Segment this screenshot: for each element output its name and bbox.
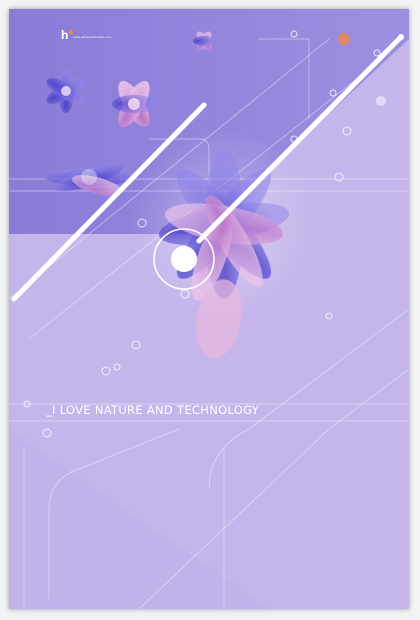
brand-dot-icon: [69, 30, 73, 34]
poster-tagline: _I LOVE NATURE AND TECHNOLOGY: [46, 403, 260, 417]
accent-dot: [338, 33, 350, 45]
brand-text: www.whitewolfstudio.com: [73, 35, 112, 39]
brand-logo[interactable]: h www.whitewolfstudio.com: [61, 29, 121, 45]
page-frame: h www.whitewolfstudio.com _I LOVE NATURE…: [0, 0, 420, 620]
poster: h www.whitewolfstudio.com _I LOVE NATURE…: [9, 9, 409, 609]
brand-mark: h: [61, 28, 69, 42]
accent-dot: [376, 96, 386, 106]
poster-artwork: [9, 9, 409, 609]
